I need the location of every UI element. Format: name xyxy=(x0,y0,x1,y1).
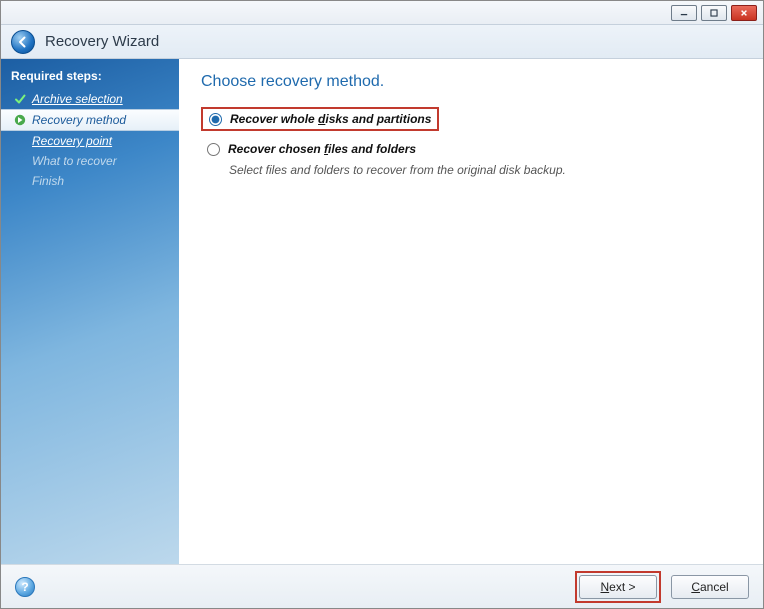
step-recovery-point[interactable]: Recovery point xyxy=(1,131,179,151)
step-finish: Finish xyxy=(1,171,179,191)
step-label: Archive selection xyxy=(32,92,123,106)
close-button[interactable] xyxy=(731,5,757,21)
option-label: Recover whole disks and partitions xyxy=(230,112,431,126)
option-label: Recover chosen files and folders xyxy=(228,142,416,156)
wizard-title: Recovery Wizard xyxy=(45,33,159,50)
step-what-to-recover: What to recover xyxy=(1,151,179,171)
wizard-header: Recovery Wizard xyxy=(1,25,763,59)
step-label: Finish xyxy=(32,174,64,188)
checkmark-icon xyxy=(13,93,26,105)
step-archive-selection[interactable]: Archive selection xyxy=(1,89,179,109)
arrow-right-icon xyxy=(13,114,26,126)
step-recovery-method: Recovery method xyxy=(1,109,179,131)
next-button[interactable]: Next > xyxy=(579,575,657,599)
option-recover-chosen[interactable]: Recover chosen files and folders xyxy=(201,139,741,159)
cancel-button[interactable]: Cancel xyxy=(671,575,749,599)
radio-recover-chosen[interactable] xyxy=(207,143,220,156)
minimize-button[interactable] xyxy=(671,5,697,21)
main-panel: Choose recovery method. Recover whole di… xyxy=(179,59,763,564)
sidebar-heading: Required steps: xyxy=(1,65,179,89)
window-titlebar xyxy=(1,1,763,25)
page-title: Choose recovery method. xyxy=(201,73,741,91)
steps-sidebar: Required steps: Archive selection Recove… xyxy=(1,59,179,564)
option-recover-whole[interactable]: Recover whole disks and partitions xyxy=(201,107,439,131)
option-description: Select files and folders to recover from… xyxy=(229,163,741,177)
help-button[interactable]: ? xyxy=(15,577,35,597)
step-label: Recovery point xyxy=(32,134,112,148)
radio-recover-whole[interactable] xyxy=(209,113,222,126)
back-button[interactable] xyxy=(11,30,35,54)
step-label: What to recover xyxy=(32,154,117,168)
next-button-highlight: Next > xyxy=(575,571,661,603)
step-label: Recovery method xyxy=(32,113,126,127)
maximize-button[interactable] xyxy=(701,5,727,21)
wizard-footer: ? Next > Cancel xyxy=(1,564,763,608)
